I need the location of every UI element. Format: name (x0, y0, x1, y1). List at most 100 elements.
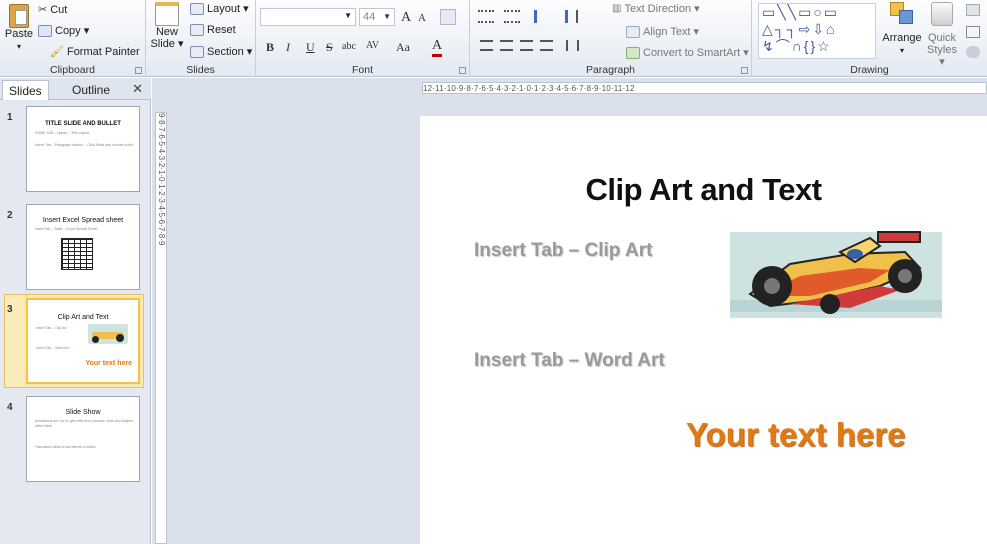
thumb-title: Insert Excel Spread sheet (42, 217, 124, 224)
font-group: ▼ 44 ▼ A A B I U S abc AV Aa A Font (256, 0, 470, 77)
drawing-group: ▭╲╲▭○▭ △┐┐⇨⇩⌂ ↯⌒∩{}☆ Arrange ▾ Quick Styl… (752, 0, 987, 77)
arrange-label: Arrange (882, 32, 922, 44)
align-right-icon[interactable] (520, 40, 533, 51)
columns-icon[interactable] (566, 40, 579, 51)
text-direction-label: Text Direction ▾ (624, 3, 700, 15)
grow-font-button[interactable]: A (401, 10, 411, 26)
close-panel-icon[interactable]: ✕ (132, 81, 143, 97)
paste-label: Paste (4, 28, 34, 40)
slide-number: 2 (7, 210, 13, 221)
cut-button[interactable]: ✂ Cut (38, 3, 67, 17)
shapes-gallery[interactable]: ▭╲╲▭○▭ △┐┐⇨⇩⌂ ↯⌒∩{}☆ (758, 3, 876, 59)
thumb-text: Insert Tab – Word Art (36, 346, 69, 350)
align-text-button[interactable]: Align Text ▾ (626, 25, 699, 38)
section-button[interactable]: Section ▾ (190, 45, 252, 58)
slide-bullet-clip-art[interactable]: Insert Tab – Clip Art (474, 240, 652, 262)
decrease-indent-icon[interactable] (534, 10, 548, 23)
shape-effects-icon[interactable] (966, 46, 980, 58)
ribbon: Paste ▾ ✂ Cut Copy ▾ 🖌 Format Painter Cli… (0, 0, 987, 77)
shadow-button[interactable]: abc (342, 41, 356, 52)
slide-thumbnail-4[interactable]: Slide Show Animations are use to give ef… (26, 396, 140, 482)
slide-thumbnail-3[interactable]: Clip Art and Text Insert Tab – Clip Art … (26, 298, 140, 384)
smartart-icon (626, 46, 640, 59)
font-launcher-icon[interactable] (459, 67, 466, 74)
panel-tabs: Slides Outline ✕ (0, 78, 151, 100)
clear-format-icon[interactable] (440, 9, 456, 25)
line-spacing-icon[interactable] (576, 10, 590, 23)
slide-title[interactable]: Clip Art and Text (420, 172, 987, 208)
format-painter-label: Format Painter (66, 45, 140, 58)
scissors-icon: ✂ (38, 4, 48, 16)
shapes-row-1-icon: ▭╲╲▭○▭ (762, 4, 839, 20)
race-car-clipart[interactable] (730, 224, 942, 328)
race-car-thumb-icon (88, 324, 128, 344)
new-slide-button[interactable]: New Slide ▾ (148, 2, 186, 50)
race-car-icon (730, 231, 942, 318)
font-color-button[interactable]: A (432, 38, 443, 57)
font-size-dropdown-icon: ▼ (383, 12, 391, 21)
section-label: Section ▾ (207, 46, 253, 58)
spacing-button[interactable]: AV (366, 40, 379, 51)
arrange-button[interactable]: Arrange ▾ (882, 2, 922, 57)
paragraph-group: ▥ Text Direction ▾ Align Text ▾ Convert … (470, 0, 752, 77)
word-art-text[interactable]: Your text here (686, 416, 905, 454)
increase-indent-icon[interactable] (554, 10, 568, 23)
font-label: Font (351, 64, 373, 76)
numbering-icon[interactable] (504, 10, 520, 23)
slide-number: 3 (7, 304, 13, 315)
clipboard-launcher-icon[interactable] (135, 67, 142, 74)
reset-button[interactable]: Reset (190, 24, 236, 36)
shrink-font-button[interactable]: A (418, 12, 426, 24)
format-painter-button[interactable]: 🖌 Format Painter (50, 45, 140, 59)
underline-button[interactable]: U (306, 40, 315, 55)
slide-bullet-word-art[interactable]: Insert Tab – Word Art (474, 350, 665, 372)
thumb-text: Transitions allow to set effects of slid… (35, 445, 96, 449)
thumb-text: Home Tab – Paragraph section – Click Bul… (35, 143, 133, 147)
shape-fill-icon[interactable] (966, 4, 980, 16)
font-size-box[interactable]: 44 ▼ (359, 8, 395, 26)
layout-button[interactable]: Layout ▾ (190, 2, 249, 15)
layout-icon (190, 2, 204, 15)
font-name-box[interactable]: ▼ (260, 8, 356, 26)
quick-styles-icon (931, 2, 953, 26)
slide-thumbnail-1[interactable]: TITLE SLIDE AND BULLET HOME TAB – Layout… (26, 106, 140, 192)
section-icon (190, 45, 204, 58)
slide-canvas[interactable]: Clip Art and Text Insert Tab – Clip Art … (420, 116, 987, 544)
new-slide-label-2: Slide ▾ (150, 38, 184, 50)
shape-outline-icon[interactable] (966, 26, 980, 38)
align-center-icon[interactable] (500, 40, 513, 51)
paste-icon (9, 4, 29, 28)
paste-button[interactable]: Paste ▾ (4, 4, 34, 53)
clipboard-group: Paste ▾ ✂ Cut Copy ▾ 🖌 Format Painter Cli… (0, 0, 146, 77)
copy-icon (38, 24, 52, 37)
slide-number: 1 (7, 112, 13, 123)
tab-slides[interactable]: Slides (2, 80, 49, 100)
align-left-icon[interactable] (480, 40, 493, 51)
tab-outline[interactable]: Outline (66, 80, 116, 100)
horizontal-ruler: 12·11·10·9·8·7·6·5·4·3·2·1·0·1·2·3·4·5·6… (422, 82, 987, 94)
copy-button[interactable]: Copy ▾ (38, 24, 89, 37)
thumb-text: Insert Tab – Table – Excel Spread Sheet (35, 227, 98, 231)
quick-styles-button[interactable]: Quick Styles ▾ (924, 2, 960, 68)
bullets-icon[interactable] (478, 10, 494, 23)
italic-button[interactable]: I (286, 40, 290, 55)
thumb-title: Clip Art and Text (57, 314, 109, 321)
paragraph-launcher-icon[interactable] (741, 67, 748, 74)
slides-panel: Slides Outline ✕ 1 TITLE SLIDE AND BULLE… (0, 78, 151, 544)
new-slide-label: New (155, 26, 178, 38)
strikethrough-button[interactable]: S (326, 40, 333, 55)
text-direction-button[interactable]: ▥ Text Direction ▾ (612, 2, 700, 15)
thumb-wordart: Your text here (85, 360, 132, 367)
brush-icon: 🖌 (50, 46, 64, 58)
vertical-ruler-text: 9·8·7·6·5·4·3·2·1·0·1·2·3·4·5·6·7·8·9 (157, 113, 166, 246)
reset-icon (190, 24, 204, 36)
justify-icon[interactable] (540, 40, 553, 51)
bold-button[interactable]: B (266, 40, 274, 55)
change-case-button[interactable]: Aa (396, 40, 410, 55)
spreadsheet-icon (61, 238, 93, 270)
shapes-row-3-icon: ↯⌒∩{}☆ (762, 38, 832, 54)
layout-label: Layout ▾ (207, 3, 249, 15)
smartart-button[interactable]: Convert to SmartArt ▾ (626, 46, 749, 59)
arrange-icon (890, 2, 914, 24)
slide-thumbnail-2[interactable]: Insert Excel Spread sheet Insert Tab – T… (26, 204, 140, 290)
